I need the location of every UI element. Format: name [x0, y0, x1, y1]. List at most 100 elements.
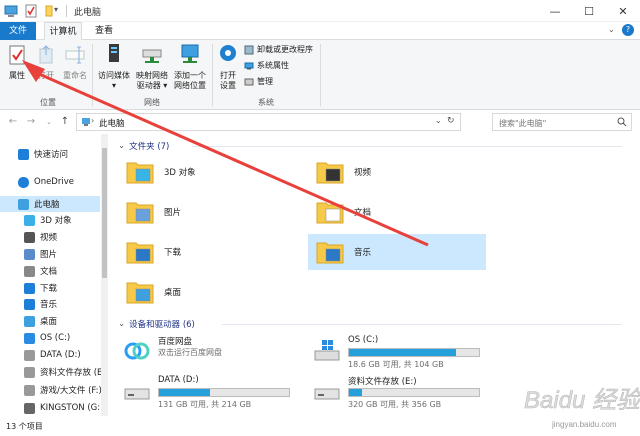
maximize-button[interactable]: ☐ [572, 0, 606, 22]
breadcrumb[interactable]: 此电脑 [99, 117, 125, 129]
folder-item[interactable]: 下载 [118, 234, 296, 270]
sidebar-item-label: OneDrive [34, 177, 74, 187]
map-network-drive-button[interactable]: 映射网络 驱动器 ▾ [134, 42, 170, 91]
folders-section-title: 文件夹 (7) [129, 142, 170, 152]
cube-folder-icon [126, 162, 154, 184]
devices-section-header[interactable]: ⌄ 设备和驱动器 (6) [118, 318, 195, 330]
open-settings-label-1: 打开 [220, 71, 236, 80]
group-network-label: 网络 [144, 98, 160, 107]
navigation-bar: ← → ⌄ ↑ › 此电脑 ⌄ ↻ 搜索"此电脑" [0, 110, 640, 134]
drive-usage-fill [349, 349, 456, 356]
address-dropdown-icon[interactable]: ⌄ [435, 116, 442, 125]
picture-folder-icon [126, 202, 154, 224]
sidebar-item[interactable]: 资料文件存放 (E:) [0, 364, 109, 380]
open-button[interactable]: 打开 [34, 44, 58, 81]
sidebar-item-label: 桌面 [40, 317, 58, 327]
properties-quick-icon[interactable] [24, 4, 38, 18]
sidebar-item[interactable]: 下载 [0, 280, 100, 296]
sidebar-item[interactable]: OS (C:) [0, 330, 100, 346]
network-drive-icon [142, 49, 162, 63]
manage-button[interactable]: 管理 [244, 76, 273, 88]
sidebar-item-label: 资料文件存放 (E:) [40, 368, 109, 378]
drive-item[interactable]: DATA (D:) 131 GB 可用, 共 214 GB [118, 374, 296, 412]
search-input[interactable]: 搜索"此电脑" [492, 113, 632, 131]
sidebar-item[interactable]: 文档 [0, 263, 100, 279]
properties-button[interactable]: 属性 [4, 44, 30, 81]
sidebar-item[interactable]: 快速访问 [0, 146, 100, 162]
uninstall-program-label: 卸载或更改程序 [257, 45, 313, 54]
sidebar-item-label: 此电脑 [34, 200, 60, 210]
refresh-icon[interactable]: ↻ [447, 116, 455, 126]
folder-label: 视频 [354, 168, 372, 178]
usb-drive-icon [24, 402, 35, 414]
drive-item[interactable]: OS (C:) 18.6 GB 可用, 共 104 GB [308, 334, 486, 372]
folder-item[interactable]: 文档 [308, 194, 486, 230]
computer-icon [18, 198, 29, 210]
sidebar-item[interactable]: 视频 [0, 229, 100, 245]
add-network-location-label-1: 添加一个 [174, 71, 206, 80]
item-count: 13 个项目 [6, 422, 43, 431]
folder-item[interactable]: 3D 对象 [118, 154, 296, 190]
up-arrow-icon[interactable]: ↑ [58, 114, 72, 130]
section-divider [222, 324, 622, 325]
recent-dropdown-icon[interactable]: ⌄ [42, 114, 56, 130]
rename-button[interactable]: 重命名 [60, 44, 90, 81]
folders-section-header[interactable]: ⌄ 文件夹 (7) [118, 140, 169, 152]
scrollbar-thumb[interactable] [102, 148, 107, 278]
watermark-url: jingyan.baidu.com [552, 420, 617, 429]
programs-icon [244, 45, 254, 55]
tab-view[interactable]: 查看 [88, 22, 120, 40]
folder-item[interactable]: 视频 [308, 154, 486, 190]
folder-label: 桌面 [164, 288, 182, 298]
access-media-button[interactable]: 访问媒体 ▾ [96, 42, 132, 91]
sidebar-item[interactable]: 图片 [0, 246, 100, 262]
drive-item[interactable]: 资料文件存放 (E:) 320 GB 可用, 共 356 GB [308, 374, 486, 412]
group-location-label: 位置 [40, 98, 56, 107]
window-title: 此电脑 [74, 8, 102, 18]
close-button[interactable]: ✕ [606, 0, 640, 22]
sidebar-item[interactable]: 音乐 [0, 296, 100, 312]
sidebar-item[interactable]: DATA (D:) [0, 347, 100, 363]
uninstall-program-button[interactable]: 卸载或更改程序 [244, 44, 313, 56]
drive-item[interactable]: 百度网盘 双击运行百度网盘 [118, 334, 296, 372]
collapse-chevron-icon[interactable]: ⌄ [118, 319, 125, 329]
cube-icon [24, 214, 35, 226]
ribbon-expand-icon[interactable]: ⌄ [608, 25, 615, 34]
sidebar-item[interactable]: 桌面 [0, 313, 100, 329]
folder-label: 文档 [354, 208, 372, 218]
sidebar-item-label: 图片 [40, 250, 58, 260]
folder-label: 下载 [164, 248, 182, 258]
forward-arrow-icon[interactable]: → [24, 114, 38, 130]
system-properties-button[interactable]: 系统属性 [244, 60, 289, 72]
drive-space: 320 GB 可用, 共 356 GB [348, 400, 442, 409]
folder-item[interactable]: 桌面 [118, 274, 296, 310]
sidebar-item[interactable]: 此电脑 [0, 196, 100, 212]
sidebar-item[interactable]: KINGSTON (G:) [0, 400, 103, 416]
tab-file[interactable]: 文件 [0, 22, 36, 40]
properties-label: 属性 [9, 71, 25, 80]
desktop-icon [24, 315, 35, 327]
back-arrow-icon[interactable]: ← [6, 114, 20, 130]
video-folder-icon [316, 162, 344, 184]
manage-icon [244, 78, 254, 86]
computer-icon [82, 118, 90, 126]
open-settings-button[interactable]: 打开 设置 [216, 42, 240, 91]
sidebar-item[interactable]: OneDrive [0, 174, 100, 190]
folder-item[interactable]: 图片 [118, 194, 296, 230]
tab-computer[interactable]: 计算机 [44, 22, 82, 41]
system-properties-icon [244, 62, 254, 70]
collapse-chevron-icon[interactable]: ⌄ [118, 141, 125, 151]
add-network-location-label-2: 网络位置 [174, 81, 206, 90]
drive-name: DATA (D:) [158, 375, 199, 385]
navigation-scrollbar[interactable] [101, 134, 108, 416]
folder-item[interactable]: 音乐 [308, 234, 486, 270]
minimize-button[interactable]: — [538, 0, 572, 22]
sidebar-item[interactable]: 3D 对象 [0, 212, 100, 228]
add-network-location-button[interactable]: 添加一个 网络位置 [170, 42, 210, 91]
help-icon[interactable]: ? [622, 24, 634, 36]
sidebar-item-label: DATA (D:) [40, 350, 81, 360]
devices-section-title: 设备和驱动器 (6) [129, 320, 195, 330]
address-bar[interactable]: › 此电脑 ⌄ ↻ [76, 113, 461, 131]
sidebar-item[interactable]: 游戏/大文件 (F:) [0, 382, 102, 398]
drive-usage-fill [159, 389, 210, 396]
